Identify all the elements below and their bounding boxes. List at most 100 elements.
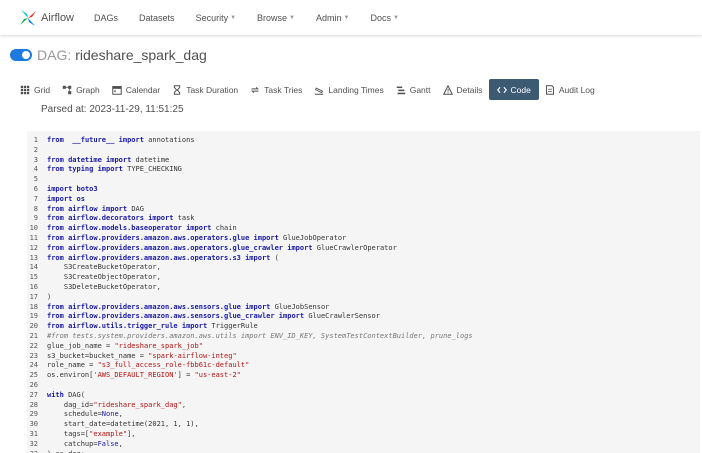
code-text: with DAG( [47,391,85,401]
code-token: TYPE_CHECKING [122,165,182,174]
calendar-icon [111,85,122,95]
tab-code[interactable]: Code [488,79,539,100]
log-icon [545,84,555,95]
code-line: 17) [27,293,473,303]
code-line: 19 from airflow.providers.amazon.aws.sens… [27,312,473,322]
tab-label: Audit Log [558,84,595,95]
tab-label: Landing Times [328,84,384,95]
code-token: import [240,253,271,262]
tab-grid[interactable]: Grid [14,79,56,100]
code-line: 21 #from tests.system.providers.amazon.aw… [27,332,473,342]
code-token: S3CreateBucketOperator, [47,263,161,272]
chevron-down-icon: ▼ [343,14,350,21]
code-token: "s3_full_access_role-fbb61c-default" [97,361,250,370]
line-number: 28 [29,400,38,409]
code-line: 9 from airflow.decorators import task [27,214,473,224]
code-token: TriggerRule [207,322,258,331]
code-token: os [76,194,85,203]
code-token: ) [47,292,52,301]
tab-label: Details [456,84,483,95]
code-token: import [93,165,123,174]
nav-item-browse[interactable]: Browse ▼ [257,13,295,23]
graph-icon [62,85,72,95]
code-line: 8 from airflow import DAG [27,205,473,215]
line-number: 7 [33,194,38,203]
code-token: glue_job_name = [47,341,115,350]
tab-audit-log[interactable]: Audit Log [539,79,601,100]
line-number: 20 [29,322,38,331]
code-token: tags=[ [47,429,90,438]
nav-item-security[interactable]: Security ▼ [196,13,236,23]
code-line: 13 from airflow.providers.amazon.aws.oper… [27,254,473,264]
code-token: GlueCrawlerOperator [312,243,397,252]
code-line: 3 from datetime import datetime [27,156,473,166]
code-line: 10 from airflow.models.baseoperator impor… [27,224,473,234]
nav-item-label: Browse [257,12,288,23]
code-token: #from tests.system.providers.amazon.aws.… [47,331,473,340]
code-token: from [47,204,64,213]
tab-gantt[interactable]: Gantt [390,79,437,100]
code-token: datetime [68,155,102,164]
code-token: airflow.utils.trigger_rule [68,322,178,331]
code-line: 22 glue_job_name = "rideshare_spark_job" [27,342,473,352]
line-number: 4 [33,165,38,174]
line-number: 33 [27,450,38,453]
code-line: 25 os.environ['AWS_DEFAULT_REGION'] = "us… [27,371,473,381]
brand-name: Airflow [41,11,75,24]
nav-item-dags[interactable]: DAGs [94,13,118,23]
code-line: 4 from typing import TYPE_CHECKING [27,165,473,175]
code-token: catchup= [47,439,98,448]
code-token: ] = [177,371,195,380]
code-token: import [47,194,73,203]
line-number: 26 [29,380,38,389]
code-text: role_name = "s3_full_access_role-fbb61c-… [47,361,249,371]
tab-landing-times[interactable]: Landing Times [308,79,389,100]
tab-task-tries[interactable]: Task Tries [244,79,308,100]
code-text: tags=["example"], [47,430,136,440]
gantt-icon [396,85,406,95]
code-text: from airflow.providers.amazon.aws.operat… [47,234,346,244]
code-token: from [47,253,64,262]
line-number: 9 [33,214,38,223]
nav-item-datasets[interactable]: Datasets [139,13,175,23]
code-text: glue_job_name = "rideshare_spark_job" [47,342,203,352]
nav-item-admin[interactable]: Admin ▼ [316,13,349,23]
tab-task-duration[interactable]: Task Duration [166,79,244,100]
code-token: GlueJobOperator [278,233,347,242]
line-number: 16 [29,282,38,291]
tab-graph[interactable]: Graph [56,79,106,100]
tab-details[interactable]: Details [437,79,489,100]
code-token: , [118,439,123,448]
line-number: 31 [29,429,38,438]
code-token: s3_bucket=bucket_name = [47,351,149,360]
code-token: from [47,165,64,174]
nav-item-docs[interactable]: Docs ▼ [370,13,398,23]
code-token: import [177,322,208,331]
airflow-logo-icon [20,9,36,26]
line-number: 27 [29,390,38,399]
code-line: 24 role_name = "s3_full_access_role-fbb61… [27,361,473,371]
line-number: 8 [33,204,38,213]
chevron-down-icon: ▼ [392,14,399,21]
brand[interactable]: Airflow [18,8,74,28]
code-token: DAG [127,204,144,213]
grid-icon [20,85,30,95]
code-text: from datetime import datetime [47,156,169,166]
code-token: from [47,243,64,252]
code-token: None [101,410,119,419]
line-number: 14 [29,263,38,272]
line-number: 22 [29,341,38,350]
dag-pause-toggle[interactable] [10,49,32,61]
tab-calendar[interactable]: Calendar [106,79,167,100]
code-text: dag_id="rideshare_spark_dag", [47,401,186,411]
code-token: import [47,184,73,193]
tab-label: Code [510,84,531,95]
code-text: from airflow.utils.trigger_rule import T… [47,322,258,332]
code-text: from airflow import DAG [47,205,144,215]
code-token: task [173,214,195,223]
code-token: , [118,410,123,419]
line-number: 32 [29,439,38,448]
code-token: airflow [68,204,98,213]
chevron-down-icon: ▼ [289,14,295,21]
code-block: 1 from __future__ import annotations 2 3 fro… [27,136,473,453]
